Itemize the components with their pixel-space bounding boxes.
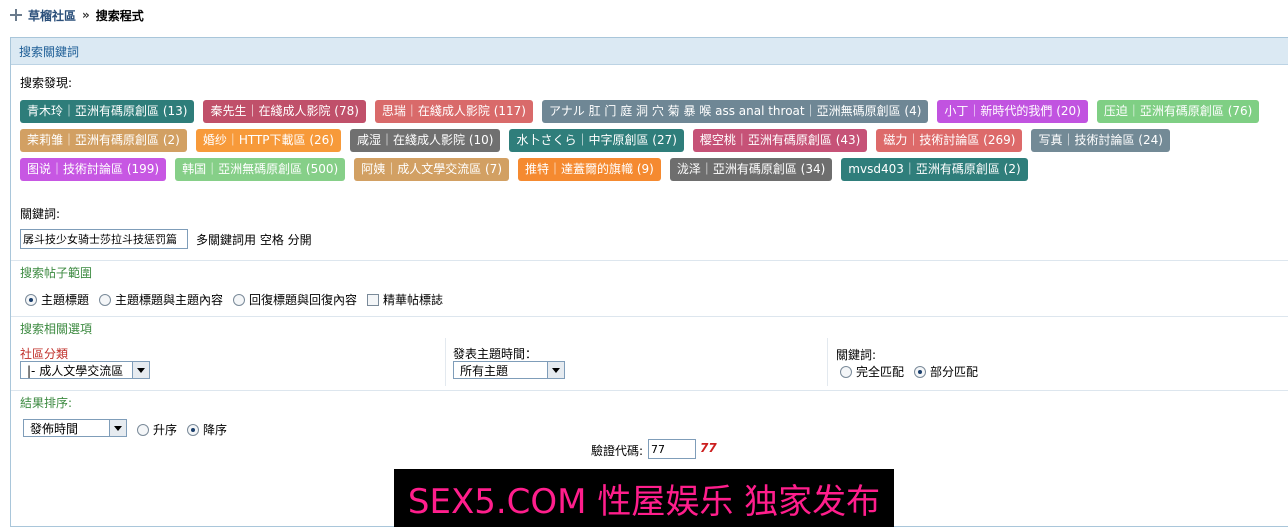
chevron-down-icon <box>114 425 122 431</box>
search-tag[interactable]: 思瑞｜在綫成人影院 (117) <box>374 100 533 123</box>
suggested-tags: 青木玲｜亞洲有碼原創區 (13) 秦先生｜在綫成人影院 (78) 思瑞｜在綫成人影院… <box>20 100 1288 187</box>
sort-desc-label: 降序 <box>203 423 228 437</box>
breadcrumb-separator: » <box>82 8 90 22</box>
search-tag[interactable]: 写真｜技術討論區 (24) <box>1031 129 1170 152</box>
digest-option[interactable]: 精華帖標誌 <box>367 291 443 308</box>
scope-radio-title[interactable] <box>25 293 37 306</box>
forum-label: 社區分類 <box>20 347 69 361</box>
search-tag[interactable]: 樱空桃｜亞洲有碼原創區 (43) <box>692 129 868 152</box>
scope-radio-reply[interactable] <box>233 293 246 306</box>
watermark-banner: SEX5.COM 性屋娱乐 独家发布 <box>394 469 894 527</box>
match-exact-label: 完全匹配 <box>856 365 905 379</box>
chevron-down-icon <box>137 367 145 373</box>
forum-select-button[interactable] <box>132 362 149 378</box>
tag-row: 茉莉雏｜亞洲有碼原創區 (2) 婚纱｜HTTP下載區 (26) 咸湿｜在綫成人影院 … <box>20 129 1288 152</box>
search-panel: 搜索關鍵詞 搜索發現: 青木玲｜亞洲有碼原創區 (13) 秦先生｜在綫成人影院 (… <box>10 37 1288 527</box>
search-tag[interactable]: 图说｜技術討論區 (199) <box>20 158 167 181</box>
scope-option-title[interactable]: 主題標題 <box>25 291 89 308</box>
search-tag[interactable]: mvsd403｜亞洲有碼原創區 (2) <box>841 158 1028 181</box>
sort-field-value: 發佈時間 <box>30 421 79 436</box>
captcha-input[interactable] <box>648 439 696 459</box>
time-select-value: 所有主題 <box>460 363 509 378</box>
keyword-input[interactable] <box>20 229 188 249</box>
sort-asc-label: 升序 <box>153 423 178 437</box>
breadcrumb: 草榴社區 » 搜索程式 <box>10 6 144 24</box>
sort-section-title: 結果排序: <box>11 390 1288 414</box>
forum-select-value: |- 成人文學交流區 <box>27 363 124 378</box>
column-divider <box>445 338 446 386</box>
search-tag[interactable]: 秦先生｜在綫成人影院 (78) <box>203 100 366 123</box>
digest-label: 精華帖標誌 <box>383 293 444 307</box>
related-section-title: 搜索相關選項 <box>11 316 1288 340</box>
scope-option-title-label: 主題標題 <box>41 293 90 307</box>
panel-title: 搜索關鍵詞 <box>11 38 1288 65</box>
search-tag[interactable]: アナル 肛 门 庭 洞 穴 菊 暴 喉 ass anal throat｜亞洲無碼… <box>542 100 929 123</box>
search-tag[interactable]: 婚纱｜HTTP下載區 (26) <box>195 129 341 152</box>
sort-radio-desc[interactable] <box>187 423 200 436</box>
match-radio-partial[interactable] <box>914 365 927 378</box>
match-partial-label: 部分匹配 <box>930 365 979 379</box>
search-tag[interactable]: 青木玲｜亞洲有碼原創區 (13) <box>20 100 195 123</box>
sort-order-options: 升序 降序 <box>137 421 227 438</box>
match-option-partial[interactable]: 部分匹配 <box>914 363 978 380</box>
scope-option-reply-label: 回復標題與回復內容 <box>249 293 358 307</box>
digest-checkbox[interactable] <box>367 293 380 306</box>
search-tag[interactable]: 阿姨｜成人文學交流區 (7) <box>354 158 510 181</box>
match-option-exact[interactable]: 完全匹配 <box>840 363 904 380</box>
tag-row: 青木玲｜亞洲有碼原創區 (13) 秦先生｜在綫成人影院 (78) 思瑞｜在綫成人影院… <box>20 100 1288 123</box>
scope-section-title: 搜索帖子範圍 <box>11 260 1288 284</box>
match-radio-exact[interactable] <box>840 365 852 378</box>
search-tag[interactable]: 压迫｜亞洲有碼原創區 (76) <box>1096 100 1260 123</box>
forum-select[interactable]: |- 成人文學交流區 <box>20 361 150 379</box>
search-tag[interactable]: 磁力｜技術討論區 (269) <box>876 129 1023 152</box>
sort-field-button[interactable] <box>109 420 126 436</box>
search-tag[interactable]: 推特｜達蓋爾的旗幟 (9) <box>518 158 661 181</box>
match-options: 完全匹配 部分匹配 <box>840 363 978 380</box>
scope-options: 主題標題 主題標題與主題內容 回復標題與回復內容 精華帖標誌 <box>25 291 443 308</box>
search-tag[interactable]: 泷泽｜亞洲有碼原創區 (34) <box>669 158 833 181</box>
scope-radio-title-content[interactable] <box>99 293 112 306</box>
crosshair-icon <box>10 9 22 21</box>
tag-row: 图说｜技術討論區 (199) 韩国｜亞洲無碼原創區 (500) 阿姨｜成人文學交流區… <box>20 158 1288 181</box>
keyword-hint: 多關鍵詞用 空格 分開 <box>196 232 312 247</box>
search-tag[interactable]: 小丁｜新時代的我們 (20) <box>937 100 1088 123</box>
match-label: 關鍵詞: <box>836 348 877 362</box>
sort-order-asc[interactable]: 升序 <box>137 421 177 438</box>
time-select-button[interactable] <box>547 362 564 378</box>
time-label: 發表主題時間： <box>453 347 538 361</box>
column-divider <box>827 338 828 386</box>
found-label: 搜索發現: <box>20 76 73 90</box>
breadcrumb-current: 搜索程式 <box>95 8 144 23</box>
search-tag[interactable]: 茉莉雏｜亞洲有碼原創區 (2) <box>20 129 187 152</box>
scope-option-title-content-label: 主題標題與主題內容 <box>115 293 224 307</box>
chevron-down-icon <box>552 367 560 373</box>
search-tag[interactable]: 水卜さくら｜中字原創區 (27) <box>509 129 684 152</box>
scope-option-title-content[interactable]: 主題標題與主題內容 <box>99 291 223 308</box>
time-select[interactable]: 所有主題 <box>453 361 565 379</box>
search-tag[interactable]: 韩国｜亞洲無碼原創區 (500) <box>175 158 346 181</box>
keyword-row: 多關鍵詞用 空格 分開 <box>20 229 312 249</box>
keyword-label: 關鍵詞: <box>20 207 61 221</box>
captcha-code: 77 <box>700 441 717 455</box>
sort-order-desc[interactable]: 降序 <box>187 421 227 438</box>
breadcrumb-home-link[interactable]: 草榴社區 <box>28 7 76 24</box>
search-tag[interactable]: 咸湿｜在綫成人影院 (10) <box>350 129 501 152</box>
sort-radio-asc[interactable] <box>137 423 149 436</box>
scope-option-reply[interactable]: 回復標題與回復內容 <box>233 291 357 308</box>
sort-field-select[interactable]: 發佈時間 <box>23 419 127 437</box>
captcha-label: 驗證代碼: <box>591 444 644 458</box>
